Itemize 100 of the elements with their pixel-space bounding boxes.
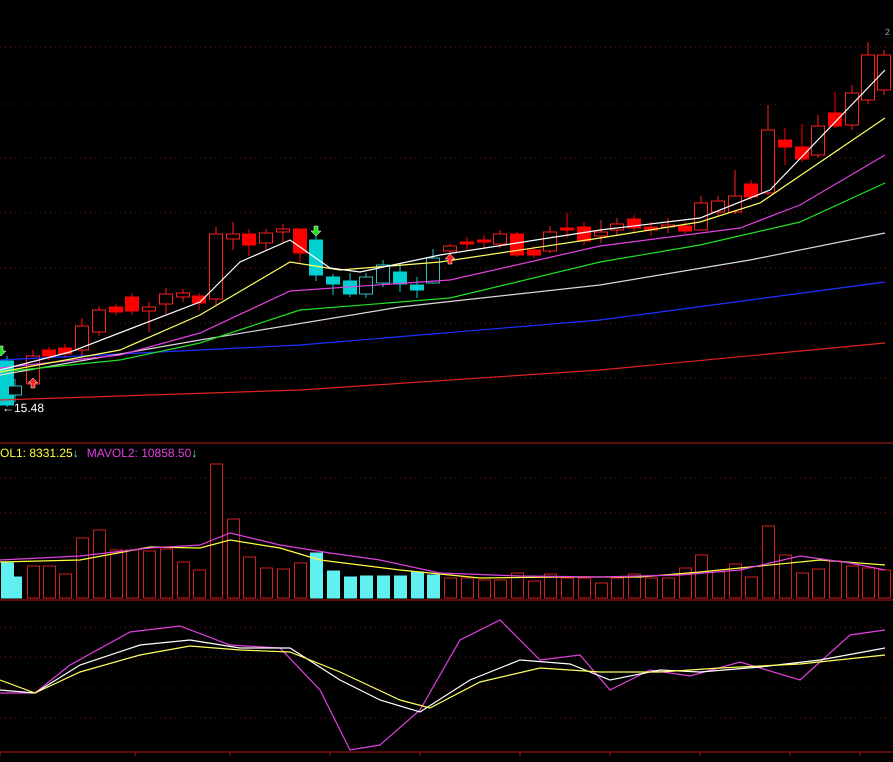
volume-bar	[76, 538, 89, 598]
candlestick	[778, 128, 792, 166]
volume-bar	[143, 550, 156, 598]
candlestick	[594, 220, 608, 244]
volume-bar	[595, 582, 608, 598]
candlestick	[393, 264, 407, 292]
candlestick	[678, 222, 692, 234]
volume-bar	[745, 576, 758, 598]
candlestick	[460, 236, 474, 250]
down-arrow-icon	[310, 226, 322, 236]
volume-bar	[160, 548, 173, 598]
candlestick	[259, 228, 273, 250]
candlestick	[125, 292, 139, 316]
candlestick	[828, 92, 842, 128]
volume-bar	[327, 570, 340, 598]
volume-bar	[260, 568, 273, 598]
volume-bar	[679, 568, 692, 598]
candlestick	[861, 42, 875, 104]
volume-bar	[578, 578, 591, 598]
volume-bar	[511, 572, 524, 598]
candlestick	[560, 212, 574, 238]
candlestick	[845, 84, 859, 130]
volume-bar	[59, 574, 72, 598]
volume-bar	[796, 572, 809, 598]
volume-bar	[126, 550, 139, 598]
volume-bar	[729, 564, 742, 598]
volume-bar	[411, 572, 424, 598]
volume-bar	[377, 576, 390, 598]
price-label: ←15.48	[2, 401, 44, 415]
volume-bar	[93, 530, 106, 598]
candlestick	[58, 344, 72, 358]
candlestick	[661, 218, 675, 234]
volume-bar	[177, 562, 190, 598]
candlestick	[627, 214, 641, 232]
down-arrow-text: ↓	[191, 446, 198, 460]
candlestick	[493, 230, 507, 248]
volume-bar	[611, 578, 624, 598]
candlestick	[795, 124, 809, 162]
candlestick	[159, 288, 173, 314]
candlestick	[644, 222, 658, 236]
candlestick	[226, 222, 240, 250]
candlestick	[426, 248, 440, 284]
volume-bar	[528, 580, 541, 598]
volume-bar	[193, 570, 206, 598]
volume-bar	[344, 576, 357, 598]
up-arrow-icon	[444, 254, 456, 264]
volume-bar	[360, 576, 373, 598]
candlestick	[109, 304, 123, 316]
volume-bar	[294, 562, 307, 598]
candlestick	[510, 232, 524, 258]
candlestick	[293, 228, 307, 264]
candlestick	[176, 288, 190, 302]
candlestick	[142, 302, 156, 332]
volume-bar	[43, 566, 56, 598]
volume-bar	[544, 574, 557, 598]
candlestick	[343, 272, 357, 298]
candlestick	[42, 346, 56, 360]
candlestick	[711, 196, 725, 218]
candlestick	[744, 180, 758, 200]
volume-bar	[812, 568, 825, 598]
volume-bar	[27, 566, 40, 598]
volume-bar	[829, 560, 842, 598]
candlestick	[326, 274, 340, 296]
candlestick	[694, 196, 708, 232]
volume-bar	[712, 572, 725, 598]
volume-bar	[427, 574, 440, 598]
volume-bar	[494, 580, 507, 598]
volume-bar	[394, 576, 407, 598]
volume-bar	[695, 554, 708, 598]
volume-bar	[846, 566, 859, 598]
candlestick	[610, 218, 624, 236]
volume-average-value: OL1: 8331.25	[0, 446, 73, 460]
candlestick	[543, 226, 557, 254]
volume-bar	[310, 552, 323, 598]
candlestick	[359, 272, 373, 298]
volume-bar	[444, 578, 457, 598]
volume-bar	[243, 556, 256, 598]
volume-bar	[662, 578, 675, 598]
volume-bar	[645, 578, 658, 598]
volume-bar	[478, 580, 491, 598]
volume-bar	[862, 568, 875, 598]
candlestick	[242, 228, 256, 256]
candlestick	[410, 276, 424, 298]
volume-bar	[110, 550, 123, 598]
candlestick	[477, 234, 491, 248]
candlestick	[811, 114, 825, 158]
volume-bar	[277, 568, 290, 598]
candlestick	[577, 222, 591, 246]
candlestick	[92, 306, 106, 336]
candlestick	[728, 170, 742, 214]
candlestick	[192, 292, 206, 310]
corner-label: 2	[885, 27, 890, 37]
volume-bar	[628, 574, 641, 598]
volume-bar	[779, 554, 792, 598]
volume-average-value: MAVOL2: 10858.50	[86, 446, 192, 460]
down-arrow-text: ↓	[72, 446, 79, 460]
up-arrow-icon	[28, 378, 38, 388]
down-arrow-icon	[0, 346, 6, 356]
candlestick	[376, 260, 390, 288]
candlestick	[276, 224, 290, 244]
